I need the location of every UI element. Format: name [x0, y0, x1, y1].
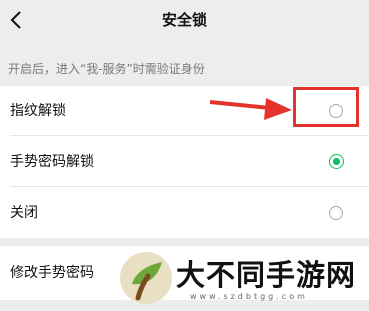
- radio-unselected-icon[interactable]: [329, 206, 343, 220]
- option-label: 指纹解锁: [10, 103, 66, 119]
- annotation-arrow-icon: [209, 98, 292, 120]
- watermark-logo-icon: [120, 252, 172, 304]
- option-label: 手势密码解锁: [10, 154, 94, 170]
- watermark-text: 大不同手游网: [176, 258, 357, 292]
- divider: [10, 186, 369, 187]
- security-lock-hint: 开启后，进入“我-服务”时需验证身份: [8, 62, 205, 76]
- change-gesture-label: 修改手势密码: [10, 265, 94, 281]
- page-title: 安全锁: [161, 11, 207, 29]
- option-off[interactable]: 关闭: [0, 188, 369, 238]
- option-label: 关闭: [10, 205, 38, 221]
- annotation-highlight-box: [293, 87, 359, 127]
- watermark-url: www.szdbtgg.com: [190, 292, 308, 301]
- divider: [10, 135, 369, 136]
- option-gesture-unlock[interactable]: 手势密码解锁: [0, 137, 369, 187]
- navigation-bar: 安全锁: [0, 0, 369, 42]
- radio-selected-icon[interactable]: [329, 154, 344, 169]
